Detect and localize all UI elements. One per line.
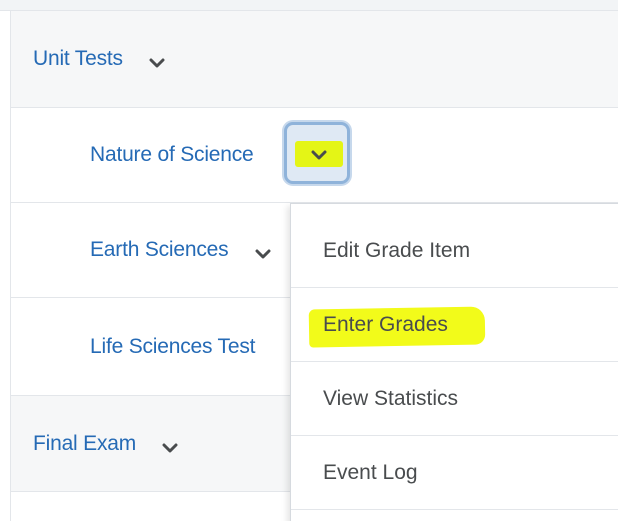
menu-item-enter-grades[interactable]: Enter Grades (291, 288, 618, 362)
menu-item-event-log[interactable]: Event Log (291, 436, 618, 510)
grade-item-label-nature-of-science[interactable]: Nature of Science (90, 143, 254, 167)
grade-item-context-menu: Edit Grade Item Enter Grades View Statis… (290, 203, 618, 521)
grades-list: Unit Tests Nature of Science Earth Scien… (0, 0, 618, 521)
grade-item-label-life-sciences-test[interactable]: Life Sciences Test (90, 335, 255, 359)
category-label-final-exam[interactable]: Final Exam (33, 432, 136, 456)
chevron-down-icon[interactable] (149, 58, 165, 68)
top-strip (0, 0, 618, 11)
menu-item-label: Event Log (323, 460, 418, 484)
nature-of-science-menu-toggle[interactable] (284, 122, 350, 184)
menu-item-label: Enter Grades (323, 312, 448, 336)
chevron-down-icon[interactable] (255, 249, 271, 259)
category-label-unit-tests[interactable]: Unit Tests (33, 47, 123, 71)
menu-item-edit-grade-item[interactable]: Edit Grade Item (291, 214, 618, 288)
menu-item-label: Edit Grade Item (323, 238, 471, 262)
chevron-down-icon[interactable] (162, 443, 178, 453)
grade-item-label-earth-sciences[interactable]: Earth Sciences (90, 238, 229, 262)
menu-item-label: View Statistics (323, 386, 458, 410)
category-row-unit-tests: Unit Tests (11, 11, 618, 108)
chevron-down-icon (311, 150, 327, 160)
menu-item-view-statistics[interactable]: View Statistics (291, 362, 618, 436)
